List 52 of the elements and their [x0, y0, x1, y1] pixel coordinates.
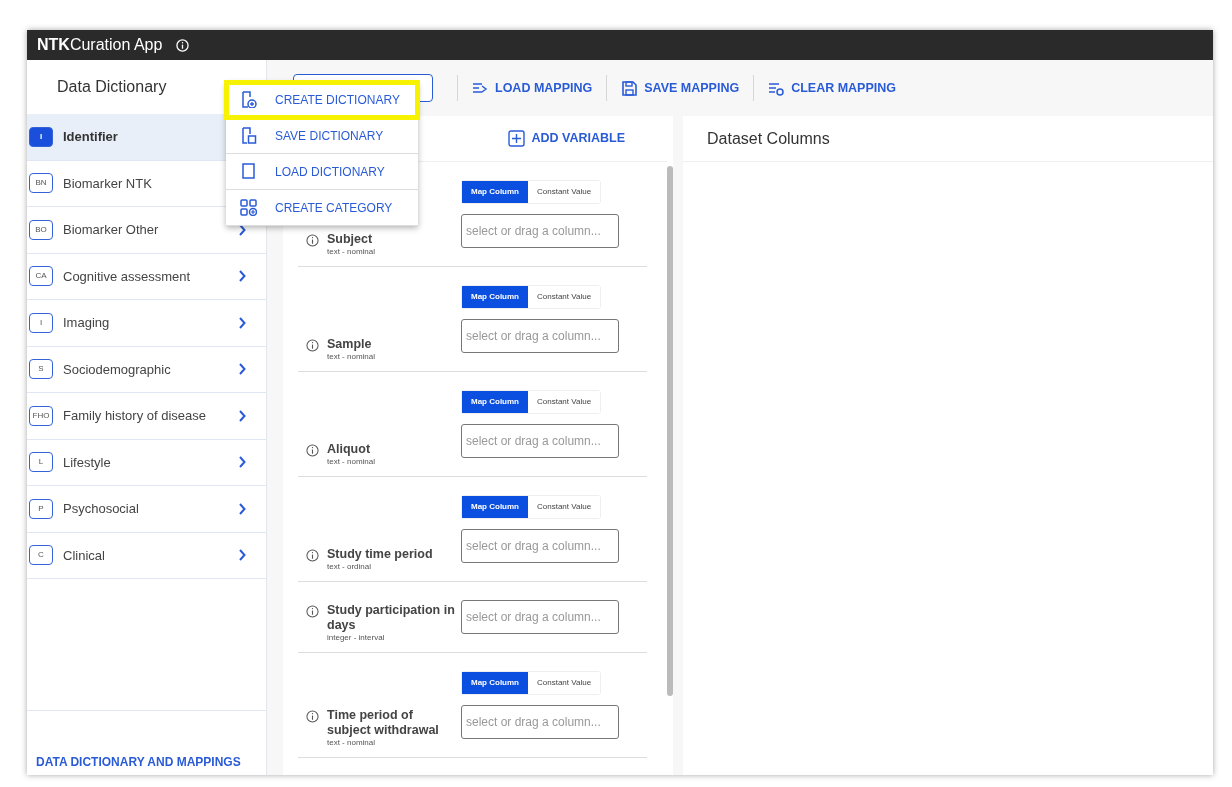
- toggle-option[interactable]: Map Column: [462, 672, 528, 694]
- variable-name: Subject: [327, 231, 374, 246]
- app-title: NTKCuration App: [37, 35, 163, 55]
- variable-type: integer - interval: [327, 632, 386, 644]
- add-variable-button[interactable]: ADD VARIABLE: [494, 125, 639, 152]
- sidebar-item[interactable]: L Lifestyle: [27, 439, 266, 486]
- category-badge: BN: [29, 173, 53, 194]
- menu-item[interactable]: CREATE DICTIONARY: [226, 82, 418, 118]
- toolbar-button[interactable]: LOAD MAPPING: [458, 74, 607, 102]
- category-badge: FHO: [29, 405, 53, 426]
- sidebar-item[interactable]: S Sociodemographic: [27, 346, 266, 393]
- menu-item[interactable]: SAVE DICTIONARY: [226, 118, 418, 154]
- menu-item[interactable]: CREATE CATEGORY: [226, 190, 418, 226]
- toggle-option[interactable]: Map Column: [462, 496, 528, 518]
- sidebar-title: Data Dictionary: [57, 77, 167, 97]
- column-field[interactable]: select or drag a column...: [461, 529, 619, 563]
- variable-type: text - ordinal: [327, 561, 373, 573]
- sidebar-item[interactable]: I Imaging: [27, 300, 266, 347]
- column-field[interactable]: select or drag a column...: [461, 319, 619, 353]
- variable-name: Aliquot: [327, 441, 372, 456]
- variable-type: text - nominal: [327, 246, 377, 258]
- variable-name: Study time period: [327, 546, 434, 561]
- category-badge: S: [29, 359, 53, 380]
- variable-name: Study participation in days: [327, 603, 455, 632]
- toggle-option[interactable]: Map Column: [462, 391, 528, 413]
- category-badge: BO: [29, 219, 53, 240]
- sidebar-item[interactable]: C Clinical: [27, 532, 266, 579]
- column-field[interactable]: select or drag a column...: [461, 424, 619, 458]
- column-field[interactable]: select or drag a column...: [461, 705, 619, 739]
- menu-item[interactable]: LOAD DICTIONARY: [226, 154, 418, 190]
- sidebar-item[interactable]: P Psychosocial: [27, 486, 266, 533]
- variable-name: Sample: [327, 336, 373, 351]
- sidebar-footer-link[interactable]: DATA DICTIONARY AND MAPPINGS: [36, 753, 241, 771]
- variable-type: text - nominal: [327, 737, 377, 749]
- category-badge: L: [29, 452, 53, 473]
- category-badge: P: [29, 498, 53, 519]
- variable-type: text - nominal: [327, 351, 377, 363]
- variable-name: Time period of subject withdrawal: [327, 708, 440, 737]
- toolbar-button[interactable]: CLEAR MAPPING: [754, 74, 911, 102]
- variable-type: text - nominal: [327, 456, 377, 468]
- toggle-option[interactable]: Map Column: [462, 181, 528, 203]
- category-badge: I: [29, 312, 53, 333]
- sidebar-item[interactable]: CA Cognitive assessment: [27, 253, 266, 300]
- column-field[interactable]: select or drag a column...: [461, 214, 619, 248]
- toggle-option[interactable]: Map Column: [462, 286, 528, 308]
- category-badge: CA: [29, 266, 53, 287]
- panel-title: Dataset Columns: [707, 128, 830, 149]
- column-field[interactable]: select or drag a column...: [461, 600, 619, 634]
- toolbar-button[interactable]: SAVE MAPPING: [607, 74, 754, 102]
- sidebar-item[interactable]: FHO Family history of disease: [27, 393, 266, 440]
- category-badge: C: [29, 545, 53, 566]
- category-badge: I: [29, 126, 53, 147]
